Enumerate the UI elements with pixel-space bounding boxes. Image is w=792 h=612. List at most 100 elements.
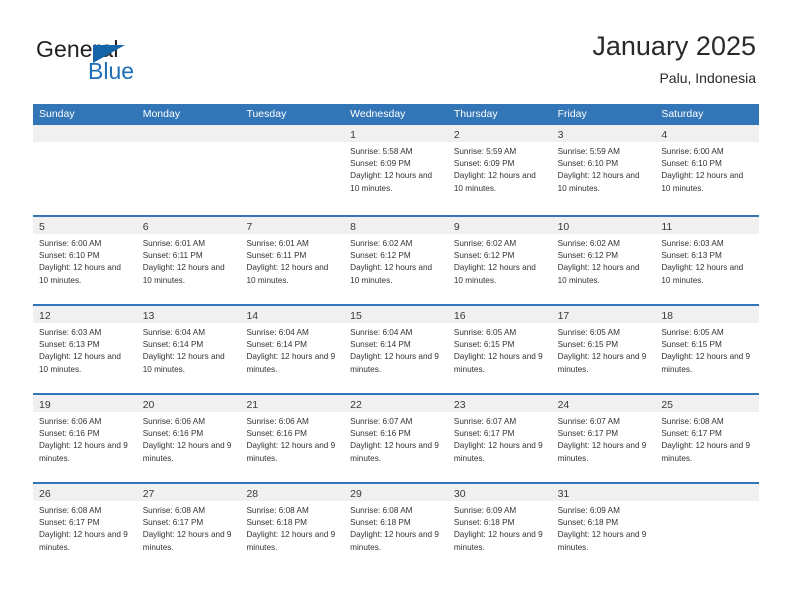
sunset-text: Sunset: 6:14 PM <box>350 340 411 350</box>
weekday-header-row: Sunday Monday Tuesday Wednesday Thursday… <box>33 104 759 125</box>
day-details: Sunrise: 6:08 AM Sunset: 6:17 PM Daylight:… <box>33 501 137 554</box>
calendar-day-cell[interactable]: 11 Sunrise: 6:03 AM Sunset: 6:13 PM Dayligh… <box>655 217 760 304</box>
calendar-day-cell-empty <box>136 125 241 215</box>
calendar-day-cell[interactable]: 17 Sunrise: 6:05 AM Sunset: 6:15 PM Dayligh… <box>551 306 656 393</box>
sunset-text: Sunset: 6:17 PM <box>661 429 722 439</box>
calendar-day-cell-empty <box>33 125 137 215</box>
day-details: Sunrise: 5:59 AM Sunset: 6:10 PM Daylight:… <box>552 142 656 195</box>
calendar-day-cell[interactable]: 27 Sunrise: 6:08 AM Sunset: 6:17 PM Dayligh… <box>136 484 241 571</box>
day-number-band: 8 <box>344 217 448 234</box>
calendar-day-cell[interactable]: 2 Sunrise: 5:59 AM Sunset: 6:09 PM Daylight… <box>447 125 552 215</box>
daylight-text: Daylight: 12 hours and 10 minutes. <box>453 263 536 285</box>
day-details <box>655 501 759 505</box>
day-number-band: 29 <box>344 484 448 501</box>
day-number-band: 15 <box>344 306 448 323</box>
sunrise-text: Sunrise: 6:03 AM <box>39 328 102 337</box>
calendar-day-cell[interactable]: 26 Sunrise: 6:08 AM Sunset: 6:17 PM Dayligh… <box>33 484 137 571</box>
sunrise-text: Sunrise: 5:59 AM <box>557 147 620 156</box>
calendar-day-cell[interactable]: 24 Sunrise: 6:07 AM Sunset: 6:17 PM Dayligh… <box>551 395 656 482</box>
day-number-band: 19 <box>33 395 137 412</box>
sunrise-text: Sunrise: 6:09 AM <box>453 506 517 515</box>
sunrise-text: Sunrise: 6:03 AM <box>661 239 724 248</box>
calendar-day-cell[interactable]: 5 Sunrise: 6:00 AM Sunset: 6:10 PM Daylight… <box>33 217 137 304</box>
calendar-day-cell[interactable]: 21 Sunrise: 6:06 AM Sunset: 6:16 PM Dayligh… <box>240 395 345 482</box>
day-number-band: 14 <box>240 306 345 323</box>
calendar-day-cell[interactable]: 16 Sunrise: 6:05 AM Sunset: 6:15 PM Dayligh… <box>447 306 552 393</box>
sunrise-text: Sunrise: 6:00 AM <box>39 239 102 248</box>
calendar-day-cell[interactable]: 18 Sunrise: 6:05 AM Sunset: 6:15 PM Dayligh… <box>655 306 760 393</box>
calendar-day-cell[interactable]: 28 Sunrise: 6:08 AM Sunset: 6:18 PM Dayligh… <box>240 484 345 571</box>
day-number-band: 12 <box>33 306 137 323</box>
sunrise-text: Sunrise: 6:04 AM <box>246 328 309 337</box>
daylight-text: Daylight: 12 hours and 9 minutes. <box>142 530 232 552</box>
sunset-text: Sunset: 6:12 PM <box>557 251 619 261</box>
day-number: 9 <box>453 221 460 233</box>
day-number: 20 <box>142 399 155 411</box>
day-details: Sunrise: 6:03 AM Sunset: 6:13 PM Daylight:… <box>655 234 759 287</box>
daylight-text: Daylight: 12 hours and 10 minutes. <box>453 171 536 193</box>
daylight-text: Daylight: 12 hours and 10 minutes. <box>142 352 225 374</box>
day-number-band: 25 <box>655 395 760 412</box>
day-details: Sunrise: 6:02 AM Sunset: 6:12 PM Daylight:… <box>448 234 552 287</box>
calendar-day-cell[interactable]: 23 Sunrise: 6:07 AM Sunset: 6:17 PM Dayligh… <box>447 395 552 482</box>
calendar-day-cell[interactable]: 10 Sunrise: 6:02 AM Sunset: 6:12 PM Dayligh… <box>551 217 656 304</box>
day-number-band: 26 <box>33 484 137 501</box>
day-number: 25 <box>661 399 673 411</box>
day-details: Sunrise: 6:04 AM Sunset: 6:14 PM Daylight:… <box>137 323 241 376</box>
calendar-day-cell[interactable]: 6 Sunrise: 6:01 AM Sunset: 6:11 PM Daylight… <box>136 217 241 304</box>
day-number-band: 6 <box>136 217 241 234</box>
sunrise-text: Sunrise: 6:08 AM <box>350 506 413 515</box>
calendar-day-cell[interactable]: 29 Sunrise: 6:08 AM Sunset: 6:18 PM Dayligh… <box>344 484 448 571</box>
general-blue-logo[interactable]: General Blue <box>36 36 226 92</box>
daylight-text: Daylight: 12 hours and 9 minutes. <box>557 530 647 552</box>
weekday-header-monday: Monday <box>142 108 181 120</box>
day-number: 15 <box>350 310 362 322</box>
calendar-day-cell[interactable]: 4 Sunrise: 6:00 AM Sunset: 6:10 PM Daylight… <box>655 125 760 215</box>
sunrise-text: Sunrise: 6:07 AM <box>350 417 413 426</box>
sunset-text: Sunset: 6:17 PM <box>453 429 515 439</box>
sunset-text: Sunset: 6:12 PM <box>350 251 411 261</box>
sunrise-text: Sunrise: 6:06 AM <box>246 417 309 426</box>
sunset-text: Sunset: 6:12 PM <box>453 251 515 261</box>
calendar-day-cell[interactable]: 13 Sunrise: 6:04 AM Sunset: 6:14 PM Dayligh… <box>136 306 241 393</box>
sunset-text: Sunset: 6:11 PM <box>142 251 203 261</box>
calendar-day-cell[interactable]: 15 Sunrise: 6:04 AM Sunset: 6:14 PM Dayligh… <box>344 306 448 393</box>
daylight-text: Daylight: 12 hours and 10 minutes. <box>39 352 121 374</box>
sunrise-text: Sunrise: 6:07 AM <box>453 417 517 426</box>
calendar-day-cell[interactable]: 31 Sunrise: 6:09 AM Sunset: 6:18 PM Dayligh… <box>551 484 656 571</box>
calendar-weeks: 1 Sunrise: 5:58 AM Sunset: 6:09 PM Daylight… <box>33 125 760 571</box>
calendar-day-cell[interactable]: 7 Sunrise: 6:01 AM Sunset: 6:11 PM Daylight… <box>240 217 345 304</box>
calendar-day-cell[interactable]: 20 Sunrise: 6:06 AM Sunset: 6:16 PM Dayligh… <box>136 395 241 482</box>
day-details: Sunrise: 6:00 AM Sunset: 6:10 PM Daylight:… <box>33 234 137 287</box>
sunset-text: Sunset: 6:17 PM <box>142 518 204 528</box>
day-details: Sunrise: 6:09 AM Sunset: 6:18 PM Daylight:… <box>552 501 656 554</box>
daylight-text: Daylight: 12 hours and 9 minutes. <box>453 352 543 374</box>
day-number-band: 11 <box>655 217 760 234</box>
sunrise-text: Sunrise: 6:01 AM <box>142 239 206 248</box>
daylight-text: Daylight: 12 hours and 9 minutes. <box>661 441 751 463</box>
day-details: Sunrise: 6:01 AM Sunset: 6:11 PM Daylight:… <box>137 234 241 287</box>
sunrise-text: Sunrise: 6:00 AM <box>661 147 724 156</box>
day-number-band: 10 <box>551 217 656 234</box>
calendar-day-cell[interactable]: 14 Sunrise: 6:04 AM Sunset: 6:14 PM Dayligh… <box>240 306 345 393</box>
day-number-band: 20 <box>136 395 241 412</box>
day-number: 22 <box>350 399 362 411</box>
calendar-day-cell[interactable]: 19 Sunrise: 6:06 AM Sunset: 6:16 PM Dayligh… <box>33 395 137 482</box>
day-details: Sunrise: 6:07 AM Sunset: 6:17 PM Daylight:… <box>448 412 552 465</box>
calendar-day-cell[interactable]: 8 Sunrise: 6:02 AM Sunset: 6:12 PM Daylight… <box>344 217 448 304</box>
day-details: Sunrise: 6:05 AM Sunset: 6:15 PM Daylight:… <box>448 323 552 376</box>
calendar-day-cell[interactable]: 3 Sunrise: 5:59 AM Sunset: 6:10 PM Daylight… <box>551 125 656 215</box>
day-number: 29 <box>350 488 362 500</box>
calendar-day-cell[interactable]: 1 Sunrise: 5:58 AM Sunset: 6:09 PM Daylight… <box>344 125 448 215</box>
day-number-band <box>655 484 760 501</box>
calendar-day-cell[interactable]: 25 Sunrise: 6:08 AM Sunset: 6:17 PM Dayligh… <box>655 395 760 482</box>
weekday-header-wednesday: Wednesday <box>350 108 406 120</box>
calendar-day-cell[interactable]: 30 Sunrise: 6:09 AM Sunset: 6:18 PM Dayligh… <box>447 484 552 571</box>
daylight-text: Daylight: 12 hours and 9 minutes. <box>39 441 128 463</box>
day-number-band: 13 <box>136 306 241 323</box>
daylight-text: Daylight: 12 hours and 9 minutes. <box>557 352 647 374</box>
calendar-day-cell[interactable]: 12 Sunrise: 6:03 AM Sunset: 6:13 PM Dayligh… <box>33 306 137 393</box>
day-number: 30 <box>453 488 466 500</box>
calendar-day-cell[interactable]: 22 Sunrise: 6:07 AM Sunset: 6:16 PM Dayligh… <box>344 395 448 482</box>
calendar-day-cell[interactable]: 9 Sunrise: 6:02 AM Sunset: 6:12 PM Daylight… <box>447 217 552 304</box>
